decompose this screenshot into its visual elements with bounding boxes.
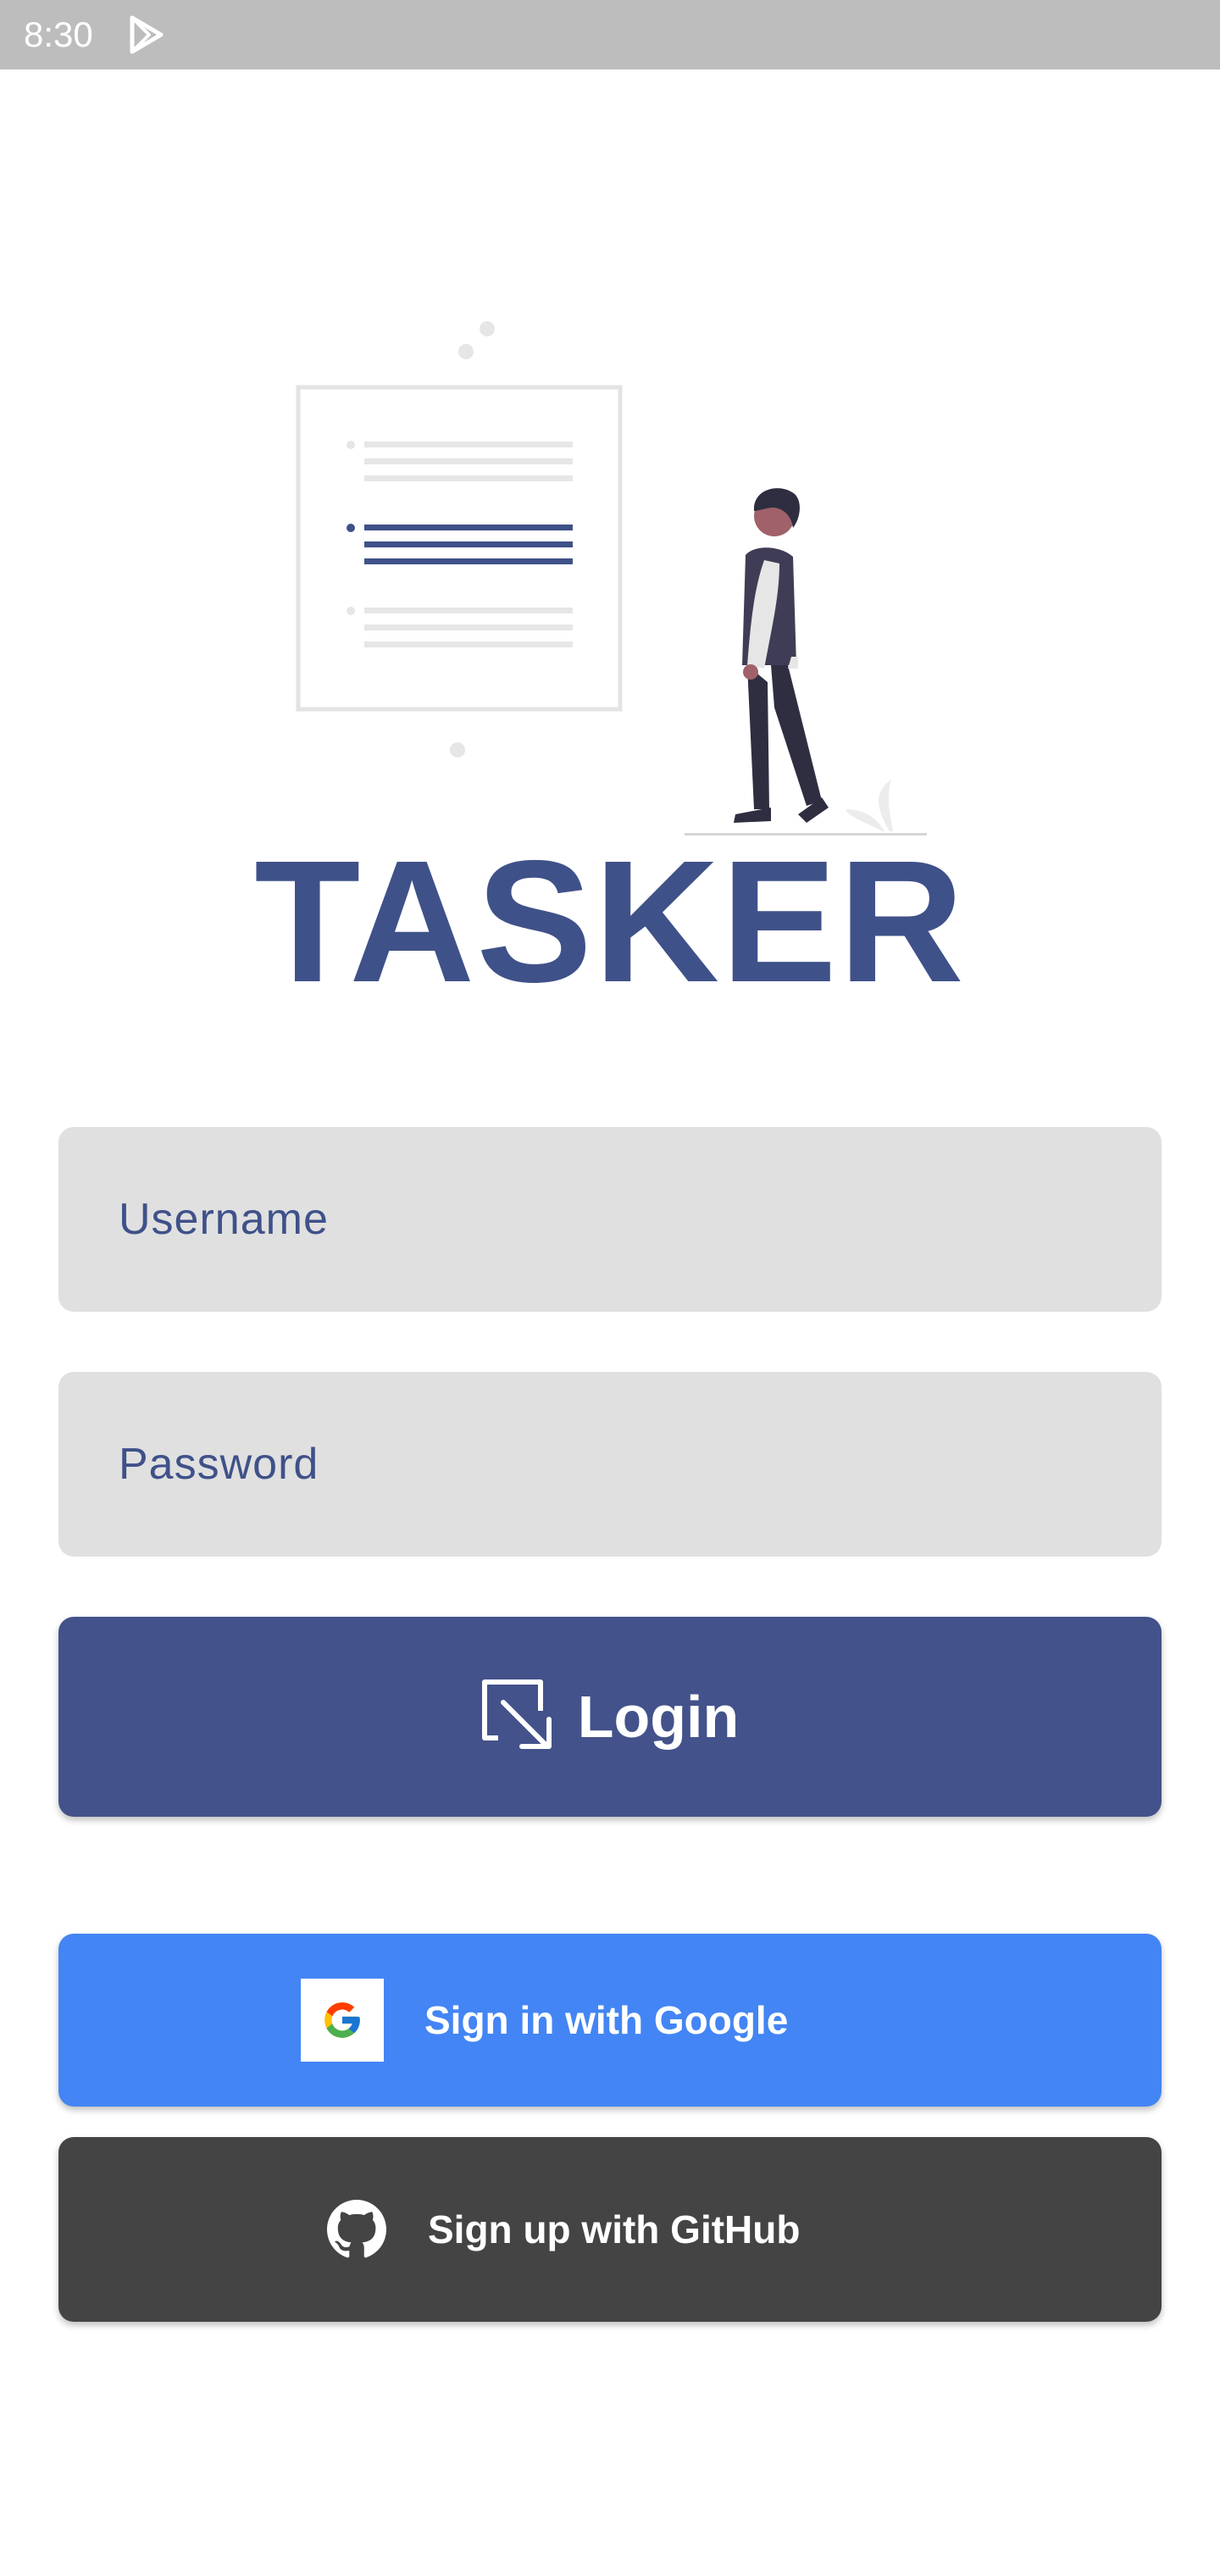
person-with-task-list-illustration	[280, 309, 949, 843]
google-signin-button[interactable]: Sign in with Google	[58, 1934, 1162, 2107]
login-arrow-icon	[481, 1679, 554, 1756]
play-store-icon	[127, 15, 166, 54]
username-input[interactable]	[117, 1193, 1162, 1246]
login-button[interactable]: Login	[58, 1617, 1162, 1817]
github-signup-button[interactable]: Sign up with GitHub	[58, 2137, 1162, 2322]
github-button-label: Sign up with GitHub	[428, 2207, 801, 2251]
status-time: 8:30	[24, 14, 93, 54]
app-title: TASKER	[254, 824, 966, 1019]
status-bar: 8:30	[0, 0, 1220, 69]
password-field[interactable]	[58, 1372, 1162, 1557]
password-input[interactable]	[117, 1438, 1162, 1491]
google-button-label: Sign in with Google	[424, 1998, 789, 2042]
login-button-label: Login	[577, 1684, 740, 1750]
google-logo-icon	[301, 1979, 384, 2062]
username-field[interactable]	[58, 1127, 1162, 1312]
github-logo-icon	[326, 2199, 387, 2260]
